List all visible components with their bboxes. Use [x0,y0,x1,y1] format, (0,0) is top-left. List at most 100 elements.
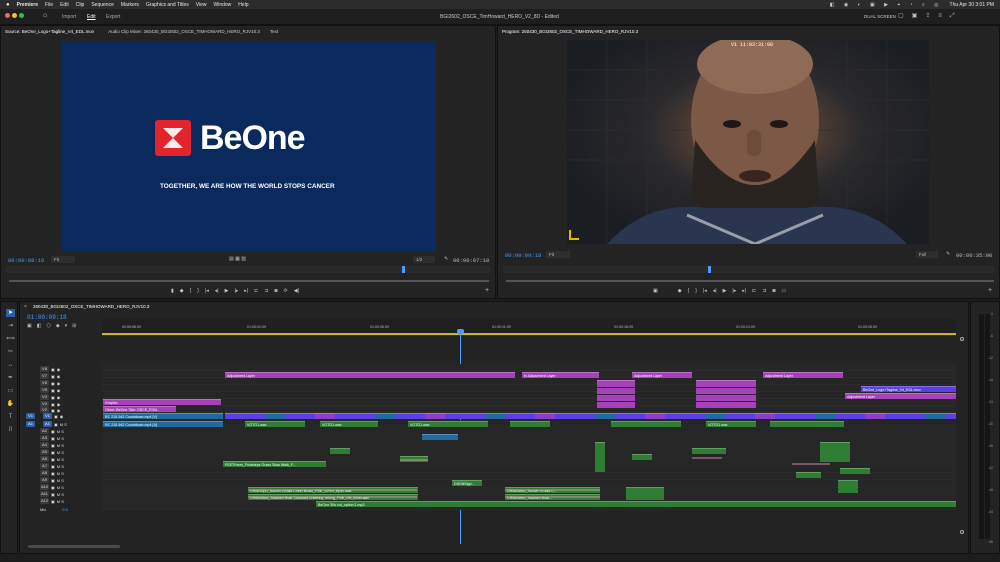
timeline-ruler[interactable]: 00:59:56:09 01:00:01:09 01:00:06:09 01:0… [102,319,956,336]
lock-icon[interactable]: ▣ [51,395,55,400]
track-head-v4[interactable]: V4 ▣ ◉ [40,394,100,400]
source-scrubber[interactable] [6,266,491,273]
lock-icon[interactable]: ▣ [51,485,55,490]
lock-icon[interactable]: ▣ [51,492,55,497]
clip-adjustment-layer[interactable]: Adjustment Layer [225,372,515,378]
eye-icon[interactable]: ◉ [57,381,61,386]
source-res-select[interactable]: 1/2 [413,256,435,263]
camera-icon[interactable]: ◙ [274,288,277,294]
track-label[interactable]: A6 [40,456,49,462]
caption-tool-icon[interactable]: ⌷ [6,426,15,434]
clip-graphic[interactable]: Graphic [103,399,221,405]
eye-icon[interactable]: ◉ [60,414,64,419]
lock-icon[interactable]: ▣ [54,422,58,427]
track-head-a2[interactable]: A2 ▣ M S [40,428,100,434]
eye-icon[interactable]: ◉ [57,388,61,393]
lock-icon[interactable]: ▣ [51,478,55,483]
mute-icon[interactable]: M S [57,485,64,490]
program-scrubber[interactable] [503,266,995,273]
menu-view[interactable]: View [196,2,207,8]
track-label[interactable]: A4 [40,442,49,448]
hand-tool-icon[interactable]: ✋ [6,400,15,408]
clip-adjustment-layer[interactable]: Adjustment Layer [763,372,843,378]
p-marker-icon[interactable]: ◆ [678,288,682,294]
source-settings-icon[interactable]: ▤ ▦ ▧ [229,256,246,262]
workspace-icons[interactable]: ▢▣⇪≡⤢ [898,12,963,20]
track-label[interactable]: A1 [43,421,52,427]
source-fit-select[interactable]: Fit [51,256,75,263]
eye-icon[interactable]: ◉ [57,374,61,379]
program-fit-select[interactable]: Fit [546,251,570,258]
program-playhead[interactable] [708,266,711,273]
step-fwd-icon[interactable]: |▸ [234,288,238,294]
mute-icon[interactable]: M S [57,457,64,462]
lock-icon[interactable]: ▣ [51,471,55,476]
timeline-close-icon[interactable]: × [24,304,27,310]
eye-icon[interactable]: ◉ [57,408,61,413]
clip-adjustment-layer[interactable]: fx Adjustment Layer [522,372,599,378]
p-play-icon[interactable]: ▶ [723,288,727,294]
p-camera-icon[interactable]: ▣ [653,288,658,294]
go-in-icon[interactable]: |◂ [205,288,209,294]
p-go-in-icon[interactable]: |◂ [703,288,707,294]
p-bracket-in-icon[interactable]: { [688,288,690,294]
lock-icon[interactable]: ▣ [51,388,55,393]
track-label[interactable]: A9 [40,477,49,483]
clip-stack[interactable] [597,380,635,408]
overwrite-icon[interactable]: ⊐ [264,288,268,294]
track-label[interactable]: A10 [40,484,49,490]
home-icon[interactable]: ⌂ [43,12,47,19]
track-label[interactable]: V7 [40,373,49,379]
track-head-a12[interactable]: A12 ▣ M S [40,498,100,504]
track-head-a7[interactable]: A7 ▣ M S [40,463,100,469]
clip-logo[interactable]: BeOne_Logo+Tagline_V4_EDL.mov [861,386,956,392]
mute-icon[interactable]: M S [57,429,64,434]
lock-icon[interactable]: ▣ [51,408,55,413]
track-head-a5[interactable]: A5 ▣ M S [40,449,100,455]
mark-in-icon[interactable]: ▮ [171,288,174,294]
timeline-hscroll[interactable] [28,545,120,548]
timeline-timecode[interactable]: 01:00:09:18 [27,314,67,321]
play-icon[interactable]: ▶ [225,288,229,294]
p-go-out-icon[interactable]: ▸| [742,288,746,294]
eye-icon[interactable]: ◉ [57,395,61,400]
marker-icon[interactable]: ◆ [180,288,184,294]
track-label[interactable]: A7 [40,463,49,469]
lock-icon[interactable]: ▣ [51,450,55,455]
p-extract-icon[interactable]: ⊐ [762,288,766,294]
app-name-menu[interactable]: Premiere [17,2,38,8]
program-zoom-bar[interactable] [506,280,994,282]
eye-icon[interactable]: ◉ [57,402,61,407]
loop-icon[interactable]: ⟳ [284,288,288,294]
menu-graphics[interactable]: Graphics and Titles [146,2,189,8]
track-label[interactable]: V8 [40,366,49,372]
p-compare-icon[interactable]: ▭ [781,288,786,294]
selection-tool-icon[interactable]: ➤ [6,309,15,317]
timeline-tool-row[interactable]: ▣◧⬡◆▾⊞ [27,323,81,329]
track-label[interactable]: A8 [40,470,49,476]
clip-stack[interactable] [696,380,756,408]
p-lift-icon[interactable]: ⊏ [752,288,756,294]
clip-v1-sequence[interactable] [225,413,956,419]
lock-icon[interactable]: ▣ [51,374,55,379]
sequence-tab[interactable]: 260430_BGI2602_OSCE_TIMHOWARD_HERO_RJV10… [33,304,149,309]
track-head-v6[interactable]: V6 ▣ ◉ [40,380,100,386]
track-head-a3[interactable]: A3 ▣ M S [40,435,100,441]
tab-source[interactable]: Source: BeOne_Logo+Tagline_V4_EDL.mov [5,29,94,34]
track-select-icon[interactable]: ⇥ [6,322,15,330]
go-out-icon[interactable]: ▸| [244,288,248,294]
vscroll-handle[interactable] [960,337,964,341]
rectangle-tool-icon[interactable]: ▭ [6,387,15,395]
track-label[interactable]: A2 [40,428,49,434]
mute-icon[interactable]: M S [57,443,64,448]
slip-tool-icon[interactable]: ↔ [6,361,15,369]
lock-icon[interactable]: ▣ [51,499,55,504]
track-label[interactable]: V1 [43,413,52,419]
lock-icon[interactable]: ▣ [51,457,55,462]
track-label-source[interactable]: A1 [26,421,35,427]
bracket-in-icon[interactable]: { [190,288,192,294]
lock-icon[interactable]: ▣ [51,367,55,372]
p-step-back-icon[interactable]: ◂| [713,288,717,294]
mute-icon[interactable]: M S [57,492,64,497]
lock-icon[interactable]: ▣ [51,436,55,441]
